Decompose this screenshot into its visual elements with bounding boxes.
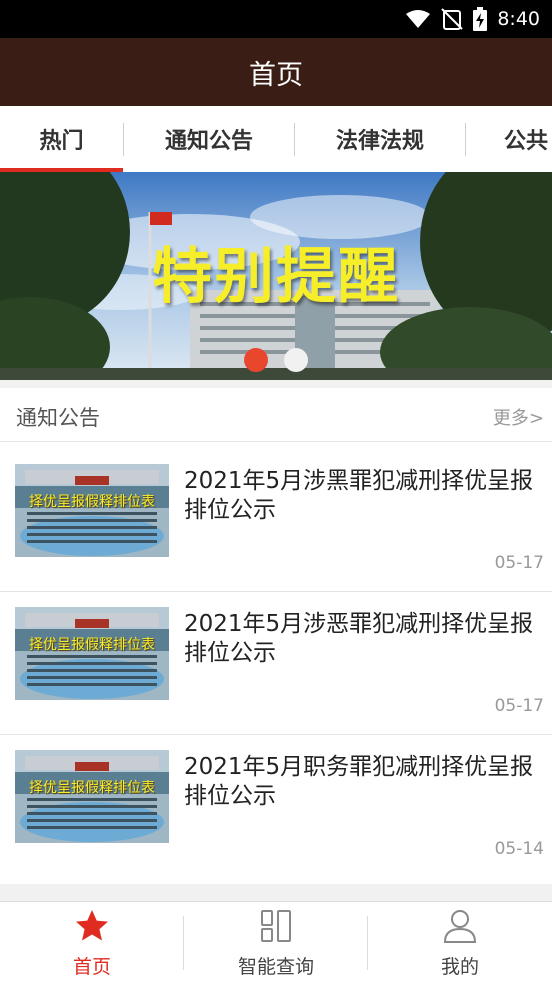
tab-notices[interactable]: 通知公告 bbox=[124, 106, 294, 172]
thumbnail-caption: 择优呈报假释排位表 bbox=[29, 780, 155, 796]
nav-profile[interactable]: 我的 bbox=[368, 902, 552, 981]
user-icon bbox=[443, 910, 477, 943]
status-icons: 8:40 bbox=[405, 0, 540, 38]
tab-public[interactable]: 公共 bbox=[466, 106, 552, 172]
news-title: 2021年5月涉恶罪犯减刑择优呈报排位公示 bbox=[184, 611, 534, 666]
no-signal-icon bbox=[441, 8, 464, 30]
wifi-icon bbox=[406, 10, 431, 28]
news-date: 05-17 bbox=[494, 553, 544, 573]
nav-label: 我的 bbox=[440, 956, 479, 978]
tab-hot[interactable]: 热门 bbox=[0, 106, 123, 172]
category-tabs: 热门 通知公告 法律法规 公共 bbox=[0, 106, 552, 172]
grid-icon bbox=[261, 910, 291, 942]
banner-caption: 特别提醒 bbox=[152, 242, 400, 312]
notices-section-header: 通知公告 更多> bbox=[0, 388, 552, 442]
news-list-item[interactable]: 择优呈报假释排位表 2021年5月职务罪犯减刑择优呈报排位公示 05-14 bbox=[0, 735, 552, 878]
section-title: 通知公告 bbox=[16, 406, 100, 430]
star-icon bbox=[76, 910, 108, 941]
news-title: 2021年5月涉黑罪犯减刑择优呈报排位公示 bbox=[184, 468, 534, 523]
tab-laws[interactable]: 法律法规 bbox=[295, 106, 465, 172]
carousel-dot[interactable] bbox=[284, 348, 308, 372]
news-thumbnail: 择优呈报假释排位表 bbox=[15, 607, 169, 700]
section-spacer bbox=[0, 380, 552, 388]
thumbnail-caption: 择优呈报假释排位表 bbox=[29, 494, 155, 510]
nav-smart-query[interactable]: 智能查询 bbox=[184, 902, 368, 981]
status-time: 8:40 bbox=[497, 8, 540, 30]
nav-label: 首页 bbox=[72, 956, 111, 978]
more-link[interactable]: 更多> bbox=[493, 404, 544, 430]
news-list-item[interactable]: 择优呈报假释排位表 2021年5月涉黑罪犯减刑择优呈报排位公示 05-17 bbox=[0, 449, 552, 592]
app-header: 首页 bbox=[0, 38, 552, 106]
page-title: 首页 bbox=[249, 59, 303, 91]
nav-label: 智能查询 bbox=[237, 956, 314, 978]
thumbnail-caption: 择优呈报假释排位表 bbox=[29, 637, 155, 653]
carousel-dot-active[interactable] bbox=[244, 348, 268, 372]
section-spacer bbox=[0, 884, 552, 901]
bottom-nav: 首页 智能查询 我的 bbox=[0, 901, 552, 981]
news-date: 05-14 bbox=[494, 839, 544, 859]
news-thumbnail: 择优呈报假释排位表 bbox=[15, 464, 169, 557]
news-list-item[interactable]: 择优呈报假释排位表 2021年5月涉恶罪犯减刑择优呈报排位公示 05-17 bbox=[0, 592, 552, 735]
battery-charging-icon bbox=[473, 7, 488, 31]
news-thumbnail: 择优呈报假释排位表 bbox=[15, 750, 169, 843]
banner-carousel[interactable]: 特别提醒 bbox=[0, 172, 552, 380]
news-date: 05-17 bbox=[494, 696, 544, 716]
status-bar: 8:40 bbox=[0, 0, 552, 38]
nav-home[interactable]: 首页 bbox=[0, 902, 184, 981]
news-title: 2021年5月职务罪犯减刑择优呈报排位公示 bbox=[184, 754, 534, 809]
